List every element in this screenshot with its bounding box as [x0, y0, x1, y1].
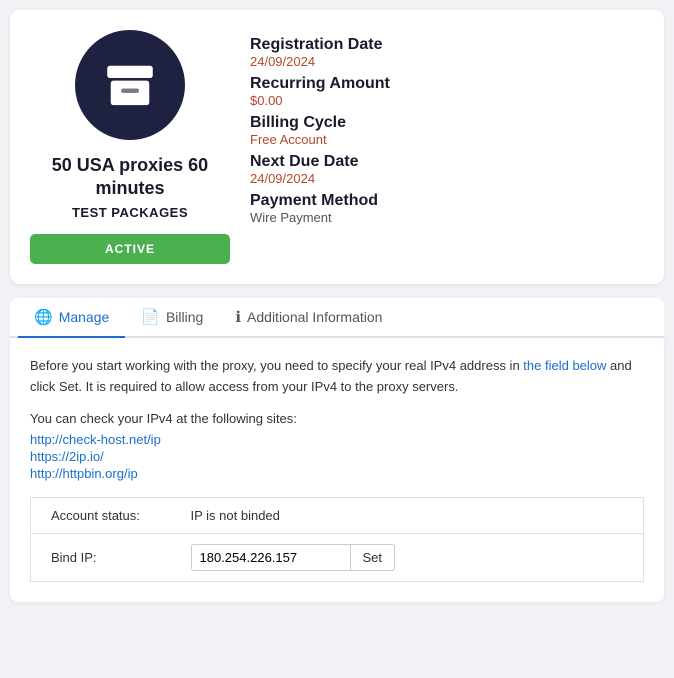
registration-date-value: 24/09/2024 [250, 54, 644, 69]
product-left: 50 USA proxies 60 minutes TEST PACKAGES … [30, 30, 230, 264]
product-subtitle: TEST PACKAGES [72, 205, 188, 220]
account-status-row: Account status: IP is not binded [31, 498, 644, 534]
payment-method-row: Payment Method Wire Payment [250, 192, 644, 229]
status-table: Account status: IP is not binded Bind IP… [30, 497, 644, 582]
tabs-bar: 🌐 Manage 📄 Billing ℹ Additional Informat… [10, 298, 664, 338]
recurring-amount-value: $0.00 [250, 93, 644, 108]
info-icon: ℹ [235, 308, 241, 326]
bind-ip-input[interactable] [191, 544, 351, 571]
check-sites-label: You can check your IPv4 at the following… [30, 411, 644, 426]
content-area: Before you start working with the proxy,… [10, 338, 664, 603]
status-badge: ACTIVE [30, 234, 230, 264]
next-due-date-row: Next Due Date 24/09/2024 [250, 153, 644, 190]
account-status-value: IP is not binded [171, 498, 644, 534]
billing-cycle-value: Free Account [250, 132, 644, 147]
tab-billing-label: Billing [166, 309, 203, 325]
tab-additional-info-label: Additional Information [247, 309, 382, 325]
recurring-amount-label: Recurring Amount [250, 75, 644, 93]
description-text: Before you start working with the proxy,… [30, 356, 644, 398]
billing-cycle-row: Billing Cycle Free Account [250, 114, 644, 151]
bind-ip-input-cell: Set [171, 534, 644, 582]
tab-additional-info[interactable]: ℹ Additional Information [219, 298, 398, 338]
product-details: Registration Date 24/09/2024 Recurring A… [250, 30, 644, 264]
tab-billing[interactable]: 📄 Billing [125, 298, 219, 338]
recurring-amount-row: Recurring Amount $0.00 [250, 75, 644, 112]
payment-method-value: Wire Payment [250, 210, 644, 225]
product-title: 50 USA proxies 60 minutes [30, 154, 230, 201]
tab-manage-label: Manage [59, 309, 110, 325]
registration-date-row: Registration Date 24/09/2024 [250, 36, 644, 73]
site-link-3[interactable]: http://httpbin.org/ip [30, 466, 644, 481]
next-due-date-label: Next Due Date [250, 153, 644, 171]
globe-icon: 🌐 [34, 308, 53, 326]
set-button[interactable]: Set [351, 544, 396, 571]
bind-ip-row: Bind IP: Set [31, 534, 644, 582]
bind-ip-label: Bind IP: [31, 534, 171, 582]
registration-date-label: Registration Date [250, 36, 644, 54]
site-link-2[interactable]: https://2ip.io/ [30, 449, 644, 464]
billing-cycle-label: Billing Cycle [250, 114, 644, 132]
payment-method-label: Payment Method [250, 192, 644, 210]
bind-ip-input-group: Set [191, 544, 396, 571]
account-status-label: Account status: [31, 498, 171, 534]
highlight-text: the field below [523, 358, 606, 373]
next-due-date-value: 24/09/2024 [250, 171, 644, 186]
site-link-1[interactable]: http://check-host.net/ip [30, 432, 644, 447]
product-card: 50 USA proxies 60 minutes TEST PACKAGES … [10, 10, 664, 284]
archive-box-icon [102, 57, 158, 113]
product-icon [75, 30, 185, 140]
tab-manage[interactable]: 🌐 Manage [18, 298, 125, 338]
document-icon: 📄 [141, 308, 160, 326]
